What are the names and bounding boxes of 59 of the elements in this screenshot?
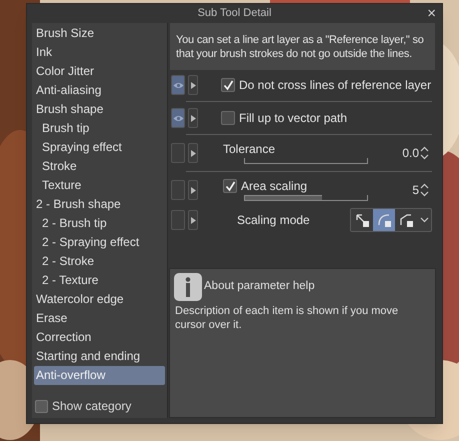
chevron-down-icon <box>420 217 428 223</box>
help-title: About parameter help <box>204 279 315 294</box>
sidebar-item[interactable]: Texture <box>34 176 165 195</box>
sidebar-item[interactable]: Brush shape <box>34 100 165 119</box>
eye-icon <box>172 82 184 88</box>
help-text: Description of each item is shown if you move cursor over it. <box>174 304 400 332</box>
play-icon <box>190 216 196 224</box>
sidebar-item[interactable]: 2 - Texture <box>34 271 165 290</box>
play-icon <box>190 114 196 122</box>
sidebar-item[interactable]: Ink <box>34 43 165 62</box>
checkbox-label: Do not cross lines of reference layer <box>239 77 432 94</box>
checkbox[interactable] <box>221 78 235 92</box>
sidebar-item[interactable]: Erase <box>34 309 165 328</box>
slider-track[interactable] <box>244 195 368 201</box>
checkbox[interactable] <box>35 400 48 412</box>
checkbox-label: Show category <box>52 398 132 415</box>
window-title: Sub Tool Detail <box>198 6 272 22</box>
expand-button[interactable] <box>188 210 198 230</box>
sidebar-item[interactable]: Brush Size <box>34 24 165 43</box>
value-text: 0.0 <box>402 145 419 162</box>
sidebar-item[interactable]: 2 - Brush tip <box>34 214 165 233</box>
checkbox[interactable] <box>223 179 237 193</box>
eye-toggle[interactable] <box>171 75 185 95</box>
sidebar-item[interactable]: Brush tip <box>34 119 165 138</box>
checkbox-label: Fill up to vector path <box>239 110 348 127</box>
setting-label: Scaling mode <box>237 212 310 229</box>
sidebar-item[interactable]: 2 - Spraying effect <box>34 233 165 252</box>
sidebar-item[interactable]: 2 - Stroke <box>34 252 165 271</box>
expand-button[interactable] <box>188 143 198 163</box>
eye-toggle[interactable] <box>171 108 185 128</box>
sidebar-item[interactable]: Anti-overflow <box>34 366 165 385</box>
sidebar-item[interactable]: Stroke <box>34 157 165 176</box>
sidebar-item[interactable]: Anti-aliasing <box>34 81 165 100</box>
expand-button[interactable] <box>188 108 198 128</box>
expand-button[interactable] <box>188 180 198 200</box>
checkbox[interactable] <box>221 111 235 125</box>
slider-track[interactable] <box>244 158 368 164</box>
spinner-icon[interactable] <box>420 146 429 160</box>
sidebar-item[interactable]: 2 - Brush shape <box>34 195 165 214</box>
play-icon <box>190 150 196 156</box>
description-text: You can set a line art layer as a "Reference layer," so that your brush strokes do not go outside the lines. <box>176 33 425 61</box>
setting-label: Tolerance <box>223 142 276 156</box>
toggle-button[interactable] <box>171 143 185 163</box>
sidebar-item[interactable]: Correction <box>34 328 165 347</box>
spinner-icon[interactable] <box>420 183 429 197</box>
sidebar-item[interactable]: Spraying effect <box>34 138 165 157</box>
sidebar-item[interactable]: Color Jitter <box>34 62 165 81</box>
expand-button[interactable] <box>188 75 198 95</box>
toggle-button[interactable] <box>171 210 185 230</box>
sidebar-item[interactable]: Watercolor edge <box>34 290 165 309</box>
setting-label: Area scaling <box>241 179 308 193</box>
eye-icon <box>172 114 184 122</box>
play-icon <box>190 82 196 88</box>
info-icon <box>174 273 202 301</box>
toggle-button[interactable] <box>171 180 185 200</box>
play-icon <box>190 186 196 194</box>
value-text: 5 <box>412 182 419 199</box>
close-button[interactable]: × <box>427 4 436 23</box>
sidebar-item[interactable]: Starting and ending <box>34 347 165 366</box>
